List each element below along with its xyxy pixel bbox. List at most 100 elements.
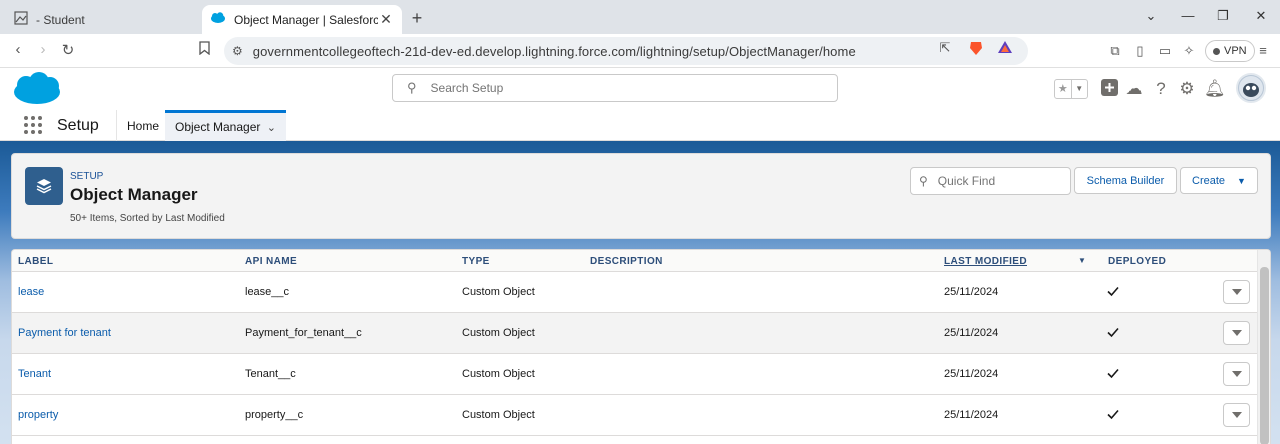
chevron-down-icon [1231,411,1242,418]
brave-lion-icon[interactable] [967,40,985,59]
app-name: Setup [57,117,99,134]
site-settings-icon[interactable]: ⚙ [232,44,243,58]
last-modified-cell: 25/11/2024 [944,286,999,298]
last-modified-cell: 25/11/2024 [944,409,999,421]
reload-icon[interactable]: ↻ [59,41,77,59]
back-icon[interactable]: ‹ [9,41,27,58]
column-header-type[interactable]: TYPE [462,256,490,267]
sort-descending-icon[interactable]: ▼ [1078,256,1086,265]
schema-builder-button[interactable]: Schema Builder [1074,167,1177,194]
object-label-link[interactable]: Tenant [18,368,51,380]
browser-tab-object-manager[interactable]: Object Manager | Salesforce ✕ [202,5,402,34]
api-name-cell: Payment_for_tenant__c [245,327,362,339]
share-icon[interactable]: ⇱ [936,40,954,56]
tab-search-chevron-icon[interactable]: ⌄ [1143,8,1159,24]
menu-icon[interactable]: ≡ [1255,43,1271,58]
minimize-icon[interactable]: — [1180,8,1196,23]
tab-object-manager[interactable]: Object Manager ⌄ [165,110,286,141]
tab-home[interactable]: Home [116,110,169,141]
vpn-button[interactable]: VPN [1205,40,1255,62]
scrollbar-thumb[interactable] [1260,267,1269,444]
object-label-link[interactable]: property [18,409,58,421]
gear-icon[interactable]: ⚙ [1177,79,1197,99]
type-cell: Custom Object [462,286,535,298]
image-file-icon [14,11,28,28]
leo-ai-icon[interactable]: ✧ [1181,43,1197,59]
object-table: LABEL API NAME TYPE DESCRIPTION LAST MOD… [11,249,1271,444]
bookmark-icon[interactable] [195,41,213,59]
vpn-status-icon [1213,47,1220,55]
star-icon: ★ [1057,83,1068,95]
api-name-cell: property__c [245,409,304,421]
column-header-deployed[interactable]: DEPLOYED [1108,256,1166,267]
url-text: governmentcollegeoftech-21d-dev-ed.devel… [252,43,856,59]
api-name-cell: lease__c [245,286,290,298]
button-label: Create [1192,174,1226,187]
column-header-last-modified[interactable]: LAST MODIFIED [944,256,1027,267]
page-title: Object Manager [70,185,198,204]
quick-find-input[interactable]: ⚲ Quick Find [910,167,1071,195]
search-setup-input[interactable]: ⚲ Search Setup [392,74,838,102]
row-actions-button[interactable] [1223,403,1250,427]
search-icon: ⚲ [919,174,928,188]
forward-icon[interactable]: › [34,41,52,58]
row-actions-button[interactable] [1223,362,1250,386]
breadcrumb[interactable]: SETUP [70,171,103,182]
chevron-down-icon: ▼ [1237,175,1246,186]
table-row: lease lease__c Custom Object 25/11/2024 [12,272,1257,313]
vpn-label: VPN [1224,45,1247,57]
create-button[interactable]: Create ▼ [1180,167,1258,194]
tab-label: Object Manager [175,120,261,134]
close-tab-icon[interactable]: ✕ [378,11,394,28]
column-header-api-name[interactable]: API NAME [245,256,297,267]
favorites-button[interactable]: ★ ▼ [1054,79,1088,99]
address-bar[interactable]: ⚙ governmentcollegeoftech-21d-dev-ed.dev… [224,37,1028,65]
extensions-icon[interactable]: ⧉ [1107,43,1123,59]
browser-address-row: ‹ › ↻ ⚙ governmentcollegeoftech-21d-dev-… [0,34,1280,68]
table-header: LABEL API NAME TYPE DESCRIPTION LAST MOD… [12,250,1270,272]
check-icon [1106,284,1120,298]
chevron-down-icon [1231,370,1242,377]
new-tab-icon[interactable]: + [408,8,426,29]
browser-tab-title: Object Manager | Salesforce [234,12,378,27]
table-row: property property__c Custom Object 25/11… [12,395,1257,436]
object-label-link[interactable]: lease [18,286,44,298]
column-header-label[interactable]: LABEL [18,256,53,267]
salesforce-logo[interactable] [12,72,62,106]
table-row: Payment for tenant Payment_for_tenant__c… [12,313,1257,354]
tab-label: Home [127,118,160,133]
object-label-link[interactable]: Payment for tenant [18,327,111,339]
browser-tab-student[interactable]: - Student [6,5,198,34]
quick-find-placeholder: Quick Find [937,174,996,188]
type-cell: Custom Object [462,368,535,380]
row-actions-button[interactable] [1223,280,1250,304]
row-actions-button[interactable] [1223,321,1250,345]
close-window-icon[interactable]: ✕ [1253,8,1269,24]
check-icon [1106,407,1120,421]
type-cell: Custom Object [462,327,535,339]
browser-tab-title: - Student [36,12,85,27]
layers-icon [25,167,63,205]
trailhead-icon[interactable]: ☁ [1124,79,1144,99]
browser-tab-strip: - Student Object Manager | Salesforce ✕ … [0,0,1280,34]
app-navigation: Setup Home Object Manager ⌄ [0,110,1280,141]
avatar[interactable] [1236,73,1266,103]
global-header: ⚲ Search Setup ★ ▼ ☁ ? ⚙ 🔔︎ [0,68,1280,110]
api-name-cell: Tenant__c [245,368,296,380]
chevron-down-icon: ▼ [1070,80,1088,98]
salesforce-cloud-icon [210,12,226,27]
chevron-down-icon [1231,288,1242,295]
check-icon [1106,325,1120,339]
column-header-description[interactable]: DESCRIPTION [590,256,663,267]
help-icon[interactable]: ? [1151,79,1171,99]
table-row: Tenant Tenant__c Custom Object 25/11/202… [12,354,1257,395]
brave-rewards-icon[interactable] [996,40,1014,57]
restore-icon[interactable]: ❐ [1215,8,1231,24]
sidebar-icon[interactable]: ▯ [1132,43,1148,59]
app-launcher-icon[interactable] [24,116,42,134]
chevron-down-icon[interactable]: ⌄ [267,121,276,134]
global-actions-icon[interactable] [1099,79,1119,101]
bell-icon[interactable]: 🔔︎ [1204,79,1226,99]
search-placeholder: Search Setup [430,81,504,95]
wallet-icon[interactable]: ▭ [1157,43,1173,59]
